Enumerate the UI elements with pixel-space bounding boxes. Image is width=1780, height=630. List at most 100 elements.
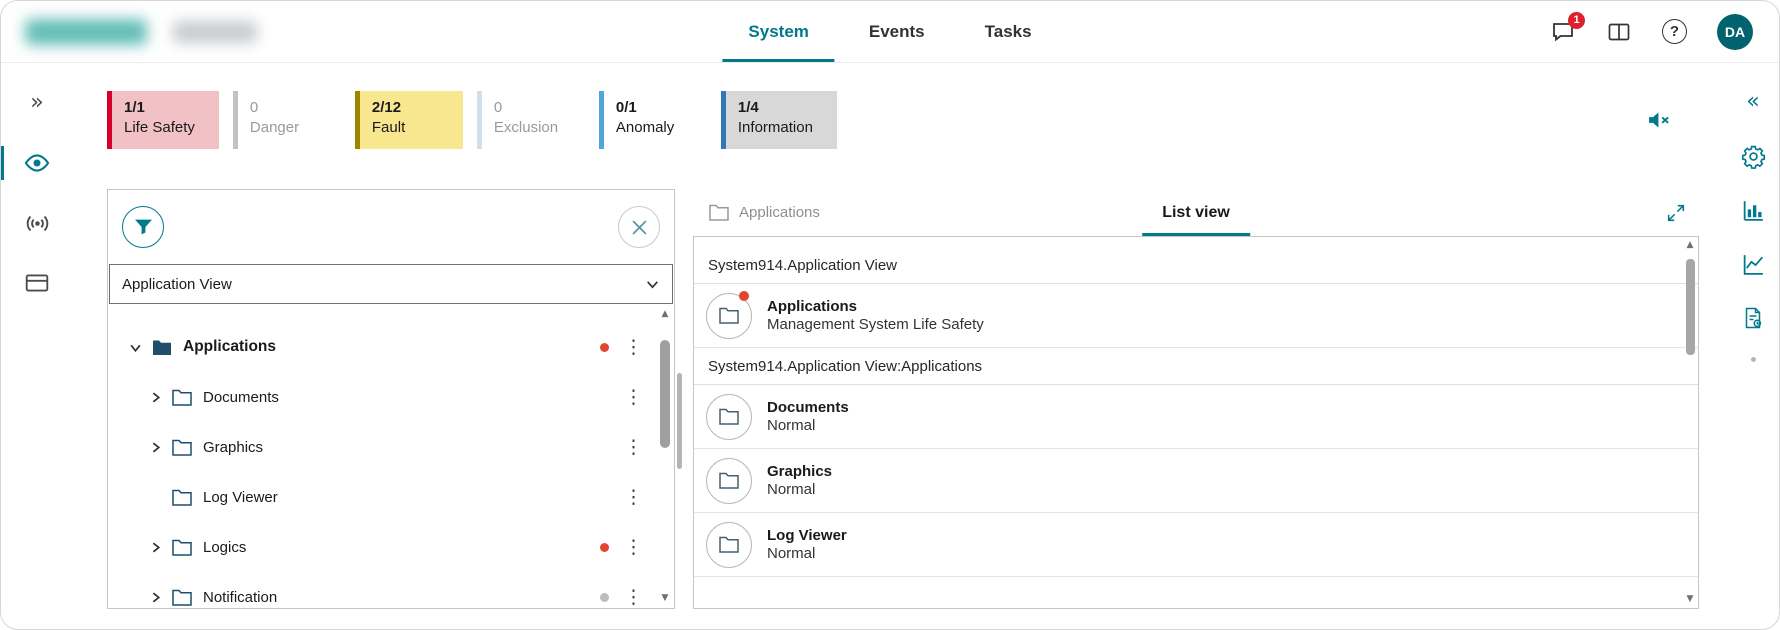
scheduled-report-icon[interactable]	[1738, 303, 1768, 333]
status-exclusion[interactable]: 0Exclusion	[477, 91, 585, 149]
scroll-down-icon[interactable]: ▼	[1687, 595, 1694, 604]
status-danger[interactable]: 0Danger	[233, 91, 341, 149]
trend-chart-icon[interactable]	[1738, 249, 1768, 279]
folder-icon	[709, 204, 729, 221]
app-name-redacted	[173, 21, 257, 43]
kebab-menu-icon[interactable]: ⋮	[624, 586, 640, 608]
status-label: Information	[738, 119, 813, 136]
tab-system[interactable]: System	[718, 1, 838, 62]
expand-left-panel-icon[interactable]: »	[1, 77, 73, 129]
tree-toolbar	[108, 190, 674, 264]
layout-columns-icon[interactable]	[1606, 19, 1632, 45]
filter-button[interactable]	[122, 206, 164, 248]
event-summary-bar: 1/1 Life Safety 0Danger 2/12 Fault 0Exclus…	[107, 91, 1699, 149]
item-subtitle: Normal	[767, 481, 815, 498]
scroll-up-icon[interactable]: ▲	[662, 310, 669, 319]
kebab-menu-icon[interactable]: ⋮	[624, 336, 640, 358]
kebab-menu-icon[interactable]: ⋮	[624, 486, 640, 508]
panel-resize-handle[interactable]	[677, 373, 682, 469]
status-information[interactable]: 1/4 Information	[721, 91, 837, 149]
item-subtitle: Management System Life Safety	[767, 316, 984, 333]
broadcast-icon[interactable]	[1, 197, 73, 249]
folder-icon	[172, 489, 192, 506]
status-label: Fault	[372, 119, 405, 136]
status-count: 1/1	[124, 99, 195, 116]
status-label: Danger	[250, 119, 299, 136]
tree-node-documents[interactable]: Documents ⋮	[108, 372, 674, 422]
status-fault[interactable]: 2/12 Fault	[355, 91, 463, 149]
item-avatar	[706, 293, 752, 339]
status-label: Life Safety	[124, 119, 195, 136]
chevron-right-icon[interactable]	[144, 541, 166, 554]
scrollbar-thumb[interactable]	[660, 340, 670, 448]
tree-node-graphics[interactable]: Graphics ⋮	[108, 422, 674, 472]
list-panel-header: Applications List view	[693, 189, 1699, 236]
brand-logo-redacted	[25, 19, 147, 45]
brand-area	[1, 19, 257, 45]
funnel-icon	[134, 218, 153, 236]
folder-icon	[172, 439, 192, 456]
chevron-right-icon[interactable]	[144, 391, 166, 404]
bar-chart-icon[interactable]	[1738, 195, 1768, 225]
help-icon[interactable]: ?	[1662, 19, 1687, 44]
status-count: 1/4	[738, 99, 813, 116]
list-item-log-viewer[interactable]: Log Viewer Normal	[694, 513, 1698, 577]
scrollbar-thumb[interactable]	[1686, 259, 1695, 355]
item-avatar	[706, 458, 752, 504]
tab-tasks[interactable]: Tasks	[955, 1, 1062, 62]
notifications-icon[interactable]: 1	[1550, 19, 1576, 45]
notification-badge: 1	[1568, 12, 1585, 29]
header: System Events Tasks 1 ? DA	[1, 1, 1779, 63]
clear-selection-button[interactable]	[618, 206, 660, 248]
kebab-menu-icon[interactable]: ⋮	[624, 436, 640, 458]
tree-node-logics[interactable]: Logics ⋮	[108, 522, 674, 572]
chevron-right-icon[interactable]	[144, 591, 166, 604]
settings-gear-icon[interactable]	[1738, 141, 1768, 171]
tree-node-label: Notification	[203, 589, 277, 606]
view-selector-value: Application View	[122, 276, 232, 293]
breadcrumb[interactable]: Applications	[709, 204, 820, 221]
list-item-graphics[interactable]: Graphics Normal	[694, 449, 1698, 513]
main-area: 1/1 Life Safety 0Danger 2/12 Fault 0Exclus…	[73, 63, 1727, 630]
list-item-documents[interactable]: Documents Normal	[694, 385, 1698, 449]
collapse-right-panel-icon[interactable]: «	[1738, 87, 1768, 117]
tab-events[interactable]: Events	[839, 1, 955, 62]
user-avatar[interactable]: DA	[1717, 14, 1753, 50]
list-item-applications[interactable]: Applications Management System Life Safe…	[694, 284, 1698, 348]
list-group-header: System914.Application View:Applications	[694, 348, 1698, 385]
chevron-right-icon[interactable]	[144, 441, 166, 454]
status-count: 2/12	[372, 99, 405, 116]
tree-node-label: Logics	[203, 539, 246, 556]
left-rail: »	[1, 63, 73, 630]
tree-node-label: Documents	[203, 389, 279, 406]
body: » 1/1 Life Safety	[1, 63, 1779, 630]
system-browser-panel: Application View Applications ⋮	[107, 189, 675, 609]
list-scrollbar[interactable]: ▲ ▼	[1683, 239, 1697, 606]
folder-filled-icon	[152, 339, 172, 356]
scroll-up-icon[interactable]: ▲	[1687, 241, 1694, 250]
scroll-down-icon[interactable]: ▼	[662, 594, 669, 603]
expand-fullscreen-icon[interactable]	[1661, 198, 1691, 228]
status-anomaly[interactable]: 0/1Anomaly	[599, 91, 707, 149]
alarm-dot	[739, 291, 749, 301]
tree-scrollbar[interactable]: ▲ ▼	[659, 310, 671, 603]
chevron-down-icon[interactable]	[124, 341, 146, 354]
folder-icon	[719, 472, 739, 489]
tree-node-notification[interactable]: Notification ⋮	[108, 572, 674, 609]
card-view-icon[interactable]	[1, 257, 73, 309]
status-life-safety[interactable]: 1/1 Life Safety	[107, 91, 219, 149]
folder-icon	[172, 539, 192, 556]
status-label: Anomaly	[616, 119, 674, 136]
view-selector-dropdown[interactable]: Application View	[109, 264, 673, 304]
eye-icon[interactable]	[1, 137, 73, 189]
folder-icon	[719, 408, 739, 425]
tab-list-view[interactable]: List view	[1142, 189, 1250, 236]
kebab-menu-icon[interactable]: ⋮	[624, 536, 640, 558]
item-title: Log Viewer	[767, 527, 847, 544]
tree-node-applications[interactable]: Applications ⋮	[108, 322, 674, 372]
kebab-menu-icon[interactable]: ⋮	[624, 386, 640, 408]
speaker-muted-icon[interactable]	[1645, 106, 1673, 134]
primary-pane: Applications List view System914.Applica…	[693, 189, 1699, 609]
tree-node-log-viewer[interactable]: Log Viewer ⋮	[108, 472, 674, 522]
folder-icon	[172, 589, 192, 606]
